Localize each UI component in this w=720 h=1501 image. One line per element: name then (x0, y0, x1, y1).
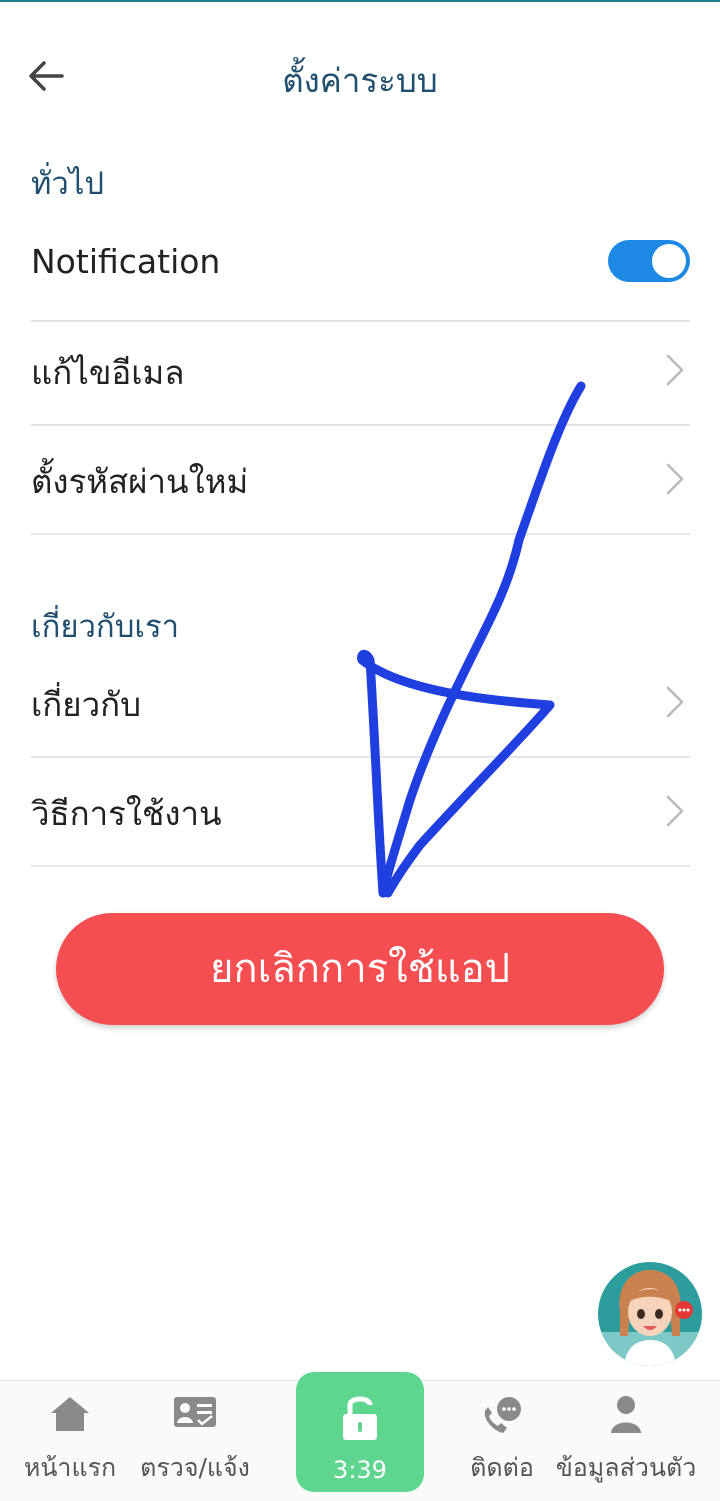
lock-timer-button[interactable]: 3:39 (296, 1372, 424, 1492)
section-title-general: ทั่วไป (31, 166, 105, 202)
about-row[interactable]: เกี่ยวกับ (31, 648, 690, 758)
lock-timer-value: 3:39 (333, 1456, 387, 1484)
nav-check-report[interactable]: ตรวจ/แจ้ง (130, 1381, 260, 1501)
chevron-right-icon (666, 795, 684, 827)
app-header: ตั้งค่าระบบ (0, 30, 720, 120)
cartoon-girl-icon (598, 1270, 702, 1366)
how-to-use-row[interactable]: วิธีการใช้งาน (31, 757, 690, 867)
about-label: เกี่ยวกับ (31, 685, 142, 724)
section-title-about-us: เกี่ยวกับเรา (31, 609, 180, 645)
notification-toggle[interactable] (608, 240, 690, 282)
edit-email-row[interactable]: แก้ไขอีเมล (31, 316, 690, 426)
new-password-row[interactable]: ตั้งรหัสผ่านใหม่ (31, 425, 690, 535)
how-to-use-label: วิธีการใช้งาน (31, 794, 222, 833)
id-card-icon (174, 1397, 216, 1427)
nav-profile-label: ข้อมูลส่วนตัว (555, 1453, 697, 1482)
page-title: ตั้งค่าระบบ (282, 61, 438, 100)
nav-contact-label: ติดต่อ (470, 1453, 534, 1482)
phone-chat-icon (484, 1397, 521, 1433)
home-icon (51, 1397, 89, 1431)
lock-icon (343, 1396, 377, 1440)
chevron-right-icon (666, 463, 684, 495)
nav-check-report-label: ตรวจ/แจ้ง (140, 1453, 250, 1482)
chevron-right-icon (666, 686, 684, 718)
nav-home-label: หน้าแรก (23, 1453, 117, 1482)
cancel-app-button[interactable]: ยกเลิกการใช้แอป (56, 913, 664, 1025)
notification-label: Notification (31, 242, 221, 281)
notification-row: Notification (31, 212, 690, 322)
toggle-knob (652, 244, 686, 278)
edit-email-label: แก้ไขอีเมล (31, 353, 185, 392)
nav-contact[interactable]: ติดต่อ (450, 1381, 554, 1501)
chevron-right-icon (666, 354, 684, 386)
nav-profile[interactable]: ข้อมูลส่วนตัว (554, 1381, 698, 1501)
nav-home[interactable]: หน้าแรก (10, 1381, 130, 1501)
new-password-label: ตั้งรหัสผ่านใหม่ (31, 462, 249, 501)
assistant-avatar[interactable] (598, 1262, 702, 1366)
top-status-line (0, 0, 720, 2)
person-icon (611, 1396, 641, 1433)
